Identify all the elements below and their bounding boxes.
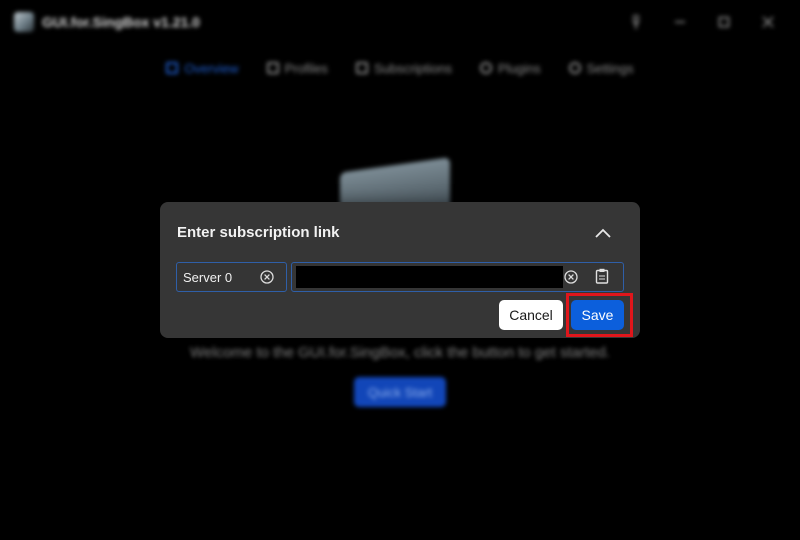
save-button-highlight-box <box>566 293 633 337</box>
subscription-link-field[interactable] <box>291 262 624 292</box>
profiles-icon <box>266 62 279 74</box>
subscription-link-input[interactable] <box>296 266 563 288</box>
nav-item-label: Plugins <box>497 60 541 76</box>
paste-clipboard-icon[interactable] <box>594 268 610 284</box>
subscription-name-input[interactable] <box>183 270 261 285</box>
dialog-title: Enter subscription link <box>177 224 340 241</box>
welcome-text: Welcome to the GUI.for.SingBox, click th… <box>190 344 610 361</box>
app-logo-icon <box>14 12 34 32</box>
nav-item-label: Subscriptions <box>373 60 452 76</box>
clear-link-icon[interactable] <box>563 269 579 285</box>
minimize-icon[interactable] <box>670 12 690 32</box>
chevron-up-icon <box>595 228 611 238</box>
collapse-button[interactable] <box>592 222 614 244</box>
nav-item-label: Settings <box>586 60 634 76</box>
nav-item-profiles[interactable]: Profiles <box>266 58 328 78</box>
maximize-icon[interactable] <box>714 12 734 32</box>
nav-item-plugins[interactable]: Plugins <box>479 58 541 78</box>
nav-item-label: Profiles <box>284 60 328 76</box>
subscriptions-icon <box>355 62 368 74</box>
overview-icon <box>166 62 179 74</box>
cancel-button[interactable]: Cancel <box>499 300 563 330</box>
settings-icon <box>568 62 581 74</box>
close-icon[interactable] <box>758 12 778 32</box>
app-title: GUI.for.SingBox v1.21.0 <box>42 14 200 30</box>
nav-item-subscriptions[interactable]: Subscriptions <box>355 58 452 78</box>
main-nav: Overview Profiles Subscriptions Plugins … <box>0 58 800 78</box>
pin-icon[interactable] <box>626 12 646 32</box>
plugins-icon <box>479 62 492 74</box>
nav-item-overview[interactable]: Overview <box>166 58 239 78</box>
clear-name-icon[interactable] <box>259 269 275 285</box>
nav-item-label: Overview <box>184 60 239 76</box>
nav-item-settings[interactable]: Settings <box>568 58 634 78</box>
title-bar: GUI.for.SingBox v1.21.0 <box>0 0 800 44</box>
subscription-name-field[interactable] <box>176 262 287 292</box>
quick-start-button[interactable]: Quick Start <box>354 377 446 407</box>
